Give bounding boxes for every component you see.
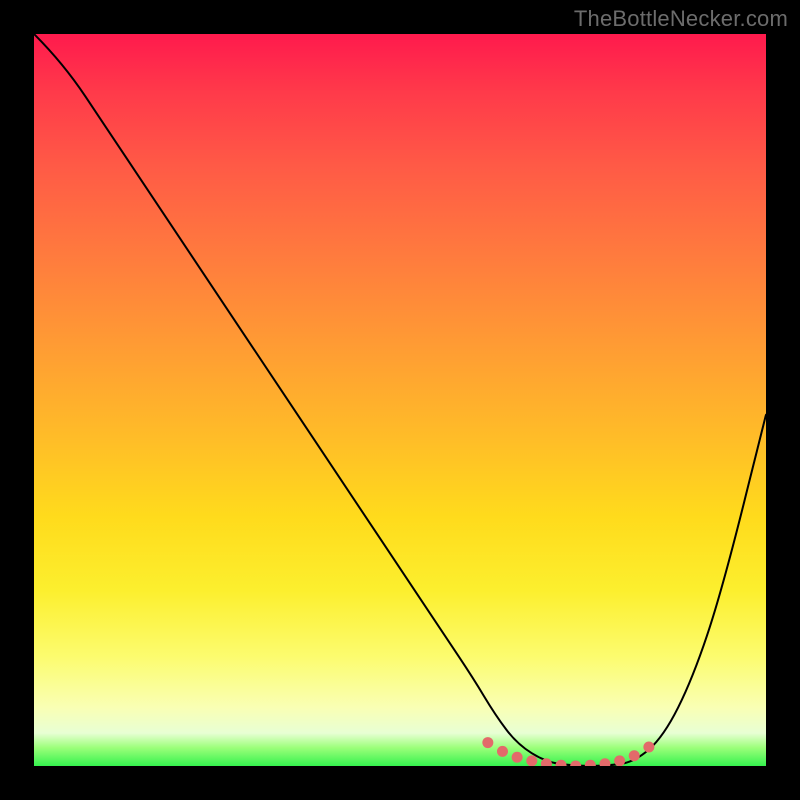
min-dot: [556, 760, 567, 766]
min-dot: [643, 741, 654, 752]
min-dot: [512, 752, 523, 763]
min-dot: [497, 746, 508, 757]
min-dot: [585, 760, 596, 766]
min-dot: [482, 737, 493, 748]
min-dot: [629, 750, 640, 761]
min-dot: [614, 755, 625, 766]
gradient-plot-area: [34, 34, 766, 766]
chart-svg: [34, 34, 766, 766]
min-dot: [570, 761, 581, 767]
chart-frame: TheBottleNecker.com: [0, 0, 800, 800]
min-dot: [599, 758, 610, 766]
min-dot: [526, 755, 537, 766]
bottleneck-curve: [34, 34, 766, 766]
watermark-text: TheBottleNecker.com: [574, 6, 788, 32]
